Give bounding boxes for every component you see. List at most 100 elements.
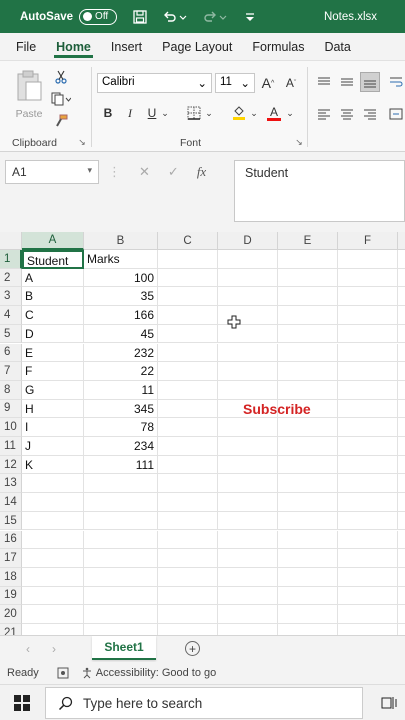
empty-cell[interactable] [338, 530, 398, 550]
empty-cell[interactable] [398, 512, 405, 531]
empty-cell[interactable] [278, 418, 338, 437]
empty-cell[interactable] [218, 362, 278, 381]
file-name[interactable]: Notes.xlsx [324, 11, 377, 23]
row-header-18[interactable]: 18 [0, 567, 22, 587]
empty-cell[interactable] [398, 605, 405, 624]
wrap-text-icon[interactable] [388, 73, 404, 91]
row-header-16[interactable]: 16 [0, 530, 22, 550]
empty-cell[interactable] [84, 624, 158, 635]
empty-cell[interactable] [398, 624, 405, 635]
empty-cell[interactable] [158, 605, 218, 624]
empty-cell[interactable] [218, 493, 278, 512]
empty-cell[interactable] [158, 511, 218, 531]
row-header-11[interactable]: 11 [0, 437, 22, 456]
empty-cell[interactable] [158, 624, 218, 635]
empty-cell[interactable] [218, 418, 278, 437]
empty-cell[interactable] [278, 343, 338, 363]
empty-cell[interactable] [22, 530, 84, 550]
empty-cell[interactable] [338, 511, 398, 531]
formula-input[interactable]: Student [234, 160, 405, 222]
data-cell[interactable]: D [22, 324, 84, 344]
row-header-9[interactable]: 9 [0, 399, 22, 419]
empty-cell[interactable] [158, 399, 218, 419]
empty-cell[interactable] [338, 586, 398, 606]
empty-cell[interactable] [398, 400, 405, 419]
empty-cell[interactable] [278, 474, 338, 494]
empty-cell[interactable] [84, 586, 158, 606]
empty-cell[interactable] [278, 493, 338, 512]
empty-cell[interactable] [218, 474, 278, 494]
data-cell[interactable]: I [22, 418, 84, 437]
empty-cell[interactable] [338, 624, 398, 635]
row-header-10[interactable]: 10 [0, 418, 22, 437]
tab-home[interactable]: Home [54, 33, 93, 60]
empty-cell[interactable] [278, 324, 338, 344]
empty-cell[interactable] [84, 493, 158, 512]
empty-cell[interactable] [338, 567, 398, 587]
empty-cell[interactable] [338, 418, 398, 437]
empty-cell[interactable] [278, 586, 338, 606]
row-header-3[interactable]: 3 [0, 287, 22, 307]
empty-cell[interactable] [158, 586, 218, 606]
empty-cell[interactable] [338, 605, 398, 624]
empty-cell[interactable] [158, 324, 218, 344]
data-cell[interactable]: C [22, 306, 84, 325]
empty-cell[interactable] [338, 380, 398, 400]
empty-cell[interactable] [158, 567, 218, 587]
task-view-icon[interactable] [381, 695, 397, 711]
data-cell[interactable]: 232 [84, 343, 158, 363]
empty-cell[interactable] [338, 493, 398, 512]
empty-cell[interactable] [278, 530, 338, 550]
data-cell[interactable]: G [22, 380, 84, 400]
taskbar-search[interactable]: Type here to search [45, 687, 363, 719]
column-header-c[interactable]: C [158, 232, 218, 250]
font-size-select[interactable]: 11 ⌄ [215, 73, 255, 93]
format-painter-icon[interactable] [48, 111, 74, 131]
empty-cell[interactable] [398, 493, 405, 512]
font-color-icon[interactable]: A [266, 103, 282, 123]
empty-cell[interactable] [278, 362, 338, 381]
empty-cell[interactable] [84, 511, 158, 531]
empty-cell[interactable] [22, 511, 84, 531]
empty-cell[interactable] [218, 437, 278, 456]
undo-icon[interactable] [163, 10, 177, 24]
empty-cell[interactable] [398, 587, 405, 606]
empty-cell[interactable] [398, 531, 405, 550]
autosave-toggle[interactable]: Off [79, 8, 118, 25]
column-header-b[interactable]: B [84, 232, 158, 250]
empty-cell[interactable] [278, 268, 338, 288]
empty-cell[interactable] [338, 474, 398, 494]
row-header-7[interactable]: 7 [0, 362, 22, 381]
row-header-21[interactable]: 21 [0, 624, 22, 635]
empty-cell[interactable] [278, 287, 338, 307]
empty-cell[interactable] [398, 549, 405, 568]
align-bottom-icon[interactable] [360, 72, 380, 92]
empty-cell[interactable] [398, 418, 405, 437]
empty-cell[interactable] [218, 549, 278, 568]
empty-cell[interactable] [158, 306, 218, 325]
macro-record-icon[interactable] [57, 667, 69, 679]
empty-cell[interactable] [398, 250, 405, 269]
fill-color-icon[interactable] [231, 103, 247, 123]
empty-cell[interactable] [398, 325, 405, 344]
empty-cell[interactable] [218, 287, 278, 307]
header-cell[interactable]: Student [22, 250, 84, 269]
borders-dropdown-icon[interactable]: ⌄ [204, 103, 214, 123]
tab-formulas[interactable]: Formulas [252, 33, 304, 60]
empty-cell[interactable] [398, 568, 405, 587]
empty-cell[interactable] [22, 567, 84, 587]
empty-cell[interactable] [278, 624, 338, 635]
empty-cell[interactable] [338, 362, 398, 381]
empty-cell[interactable] [398, 362, 405, 381]
empty-cell[interactable] [398, 474, 405, 494]
font-color-dropdown-icon[interactable]: ⌄ [285, 103, 295, 123]
empty-cell[interactable] [338, 324, 398, 344]
empty-cell[interactable] [278, 437, 338, 456]
data-cell[interactable]: 345 [84, 399, 158, 419]
align-top-icon[interactable] [315, 73, 333, 91]
empty-cell[interactable] [278, 549, 338, 568]
clipboard-launcher-icon[interactable]: ↘ [77, 137, 87, 147]
empty-cell[interactable] [278, 380, 338, 400]
copy-icon[interactable] [48, 89, 74, 109]
data-cell[interactable]: K [22, 455, 84, 475]
